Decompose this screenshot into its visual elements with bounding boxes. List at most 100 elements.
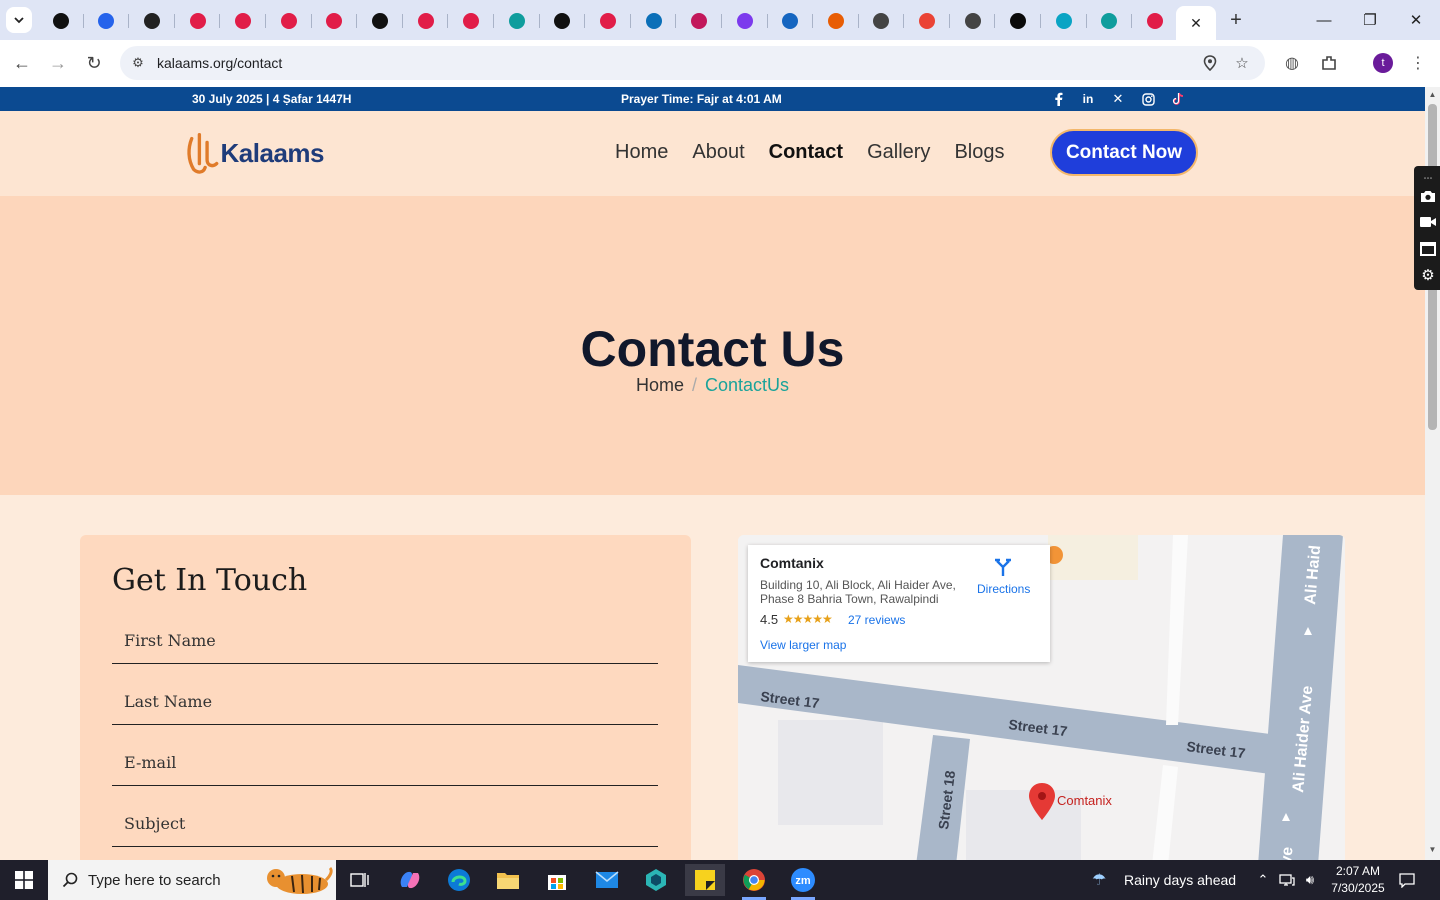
back-button[interactable]: ← — [10, 51, 34, 75]
nav-gallery[interactable]: Gallery — [867, 141, 930, 164]
profile-avatar[interactable]: t — [1373, 53, 1393, 73]
window-capture-icon[interactable] — [1418, 239, 1438, 259]
browser-tab[interactable] — [312, 5, 358, 37]
browser-tab[interactable] — [403, 5, 449, 37]
browser-tab[interactable] — [266, 5, 312, 37]
contact-now-button[interactable]: Contact Now — [1050, 129, 1198, 176]
camera-icon[interactable] — [1418, 186, 1438, 206]
address-bar[interactable]: ⚙ kalaams.org/contact ☆ — [120, 46, 1265, 80]
embedded-map[interactable]: Street 17 Street 17 Street 17 Street 18 … — [738, 535, 1345, 865]
nav-home[interactable]: Home — [615, 141, 668, 164]
network-icon[interactable] — [1278, 871, 1296, 889]
browser-tab[interactable] — [1041, 5, 1087, 37]
facebook-icon[interactable] — [1050, 91, 1066, 107]
url-text[interactable]: kalaams.org/contact — [157, 55, 282, 71]
instagram-icon[interactable] — [1140, 91, 1156, 107]
browser-tab[interactable] — [904, 5, 950, 37]
sticky-notes-icon[interactable] — [685, 864, 725, 896]
browser-tab[interactable] — [448, 5, 494, 37]
browser-tab[interactable] — [631, 5, 677, 37]
window-close-button[interactable]: ✕ — [1404, 8, 1428, 32]
directions-link[interactable]: Directions — [977, 582, 1030, 596]
tab-favicon-icon — [1147, 13, 1164, 29]
directions-icon[interactable] — [993, 557, 1015, 579]
taskbar-search[interactable]: Type here to search — [48, 860, 336, 900]
browser-tab[interactable] — [357, 5, 403, 37]
browser-tab[interactable] — [84, 5, 130, 37]
reload-button[interactable]: ↻ — [82, 51, 106, 75]
browser-tab[interactable] — [1132, 5, 1178, 37]
subject-field[interactable]: Subject — [112, 804, 658, 847]
start-button[interactable] — [0, 860, 48, 900]
file-explorer-icon[interactable] — [488, 864, 528, 896]
tab-search-button[interactable] — [6, 7, 32, 33]
forward-button[interactable]: → — [46, 51, 70, 75]
active-tab[interactable]: ✕ — [1176, 6, 1216, 40]
browser-tab[interactable] — [859, 5, 905, 37]
site-info-icon[interactable]: ⚙ — [129, 54, 147, 72]
extensions-icon[interactable] — [1318, 52, 1340, 74]
taskbar-clock[interactable]: 2:07 AM 7/30/2025 — [1330, 863, 1386, 897]
mail-icon[interactable] — [587, 864, 627, 896]
copilot-icon[interactable] — [390, 864, 430, 896]
x-icon[interactable]: ✕ — [1110, 91, 1126, 107]
tiktok-icon[interactable] — [1170, 91, 1186, 107]
restore-button[interactable]: ❐ — [1358, 8, 1382, 32]
volume-icon[interactable]: 🔊︎ — [1301, 871, 1319, 889]
place-info-card: Comtanix Building 10, Ali Block, Ali Hai… — [748, 545, 1050, 662]
weather-widget[interactable]: ☂ Rainy days ahead — [1092, 870, 1242, 892]
chevron-down-icon — [14, 17, 24, 24]
edge-browser-icon[interactable] — [439, 864, 479, 896]
tab-favicon-icon — [143, 13, 160, 29]
browser-tab[interactable] — [38, 5, 84, 37]
nav-about[interactable]: About — [692, 141, 744, 164]
zoom-app-icon[interactable]: zm — [783, 864, 823, 900]
settings-gear-icon[interactable]: ⚙ — [1418, 265, 1438, 285]
reviews-link[interactable]: 27 reviews — [848, 613, 905, 627]
view-larger-map-link[interactable]: View larger map — [760, 638, 846, 652]
browser-tab[interactable] — [175, 5, 221, 37]
browser-tab[interactable] — [129, 5, 175, 37]
browser-tab[interactable] — [585, 5, 631, 37]
chevron-up-icon[interactable]: ⌃ — [1254, 871, 1272, 889]
site-logo[interactable]: Kalaams — [184, 129, 325, 177]
browser-tab[interactable] — [950, 5, 996, 37]
bookmark-star-icon[interactable]: ☆ — [1232, 53, 1252, 73]
translate-icon[interactable]: ◍ — [1281, 52, 1303, 74]
video-camera-icon[interactable] — [1418, 212, 1438, 232]
hero-banner: Contact Us Home / ContactUs — [0, 196, 1425, 495]
browser-tab[interactable] — [220, 5, 266, 37]
dev-tool-icon[interactable] — [636, 864, 676, 896]
email-field[interactable]: E-mail — [112, 743, 658, 786]
clock-date: 7/30/2025 — [1331, 881, 1385, 895]
browser-tab[interactable] — [995, 5, 1041, 37]
chrome-browser-icon[interactable] — [734, 864, 774, 900]
nav-contact[interactable]: Contact — [769, 141, 843, 164]
scroll-up-arrow[interactable]: ▲ — [1427, 90, 1438, 102]
browser-tab[interactable] — [494, 5, 540, 37]
browser-tab[interactable] — [676, 5, 722, 37]
notification-icon[interactable] — [1396, 870, 1418, 890]
browser-tab[interactable] — [768, 5, 814, 37]
widget-menu-icon[interactable]: ⋯ — [1418, 168, 1438, 188]
first-name-field[interactable]: First Name — [112, 621, 658, 664]
nav-blogs[interactable]: Blogs — [954, 141, 1004, 164]
last-name-field[interactable]: Last Name — [112, 682, 658, 725]
contact-section: Get In Touch First Name Last Name E-mail… — [0, 495, 1425, 875]
new-tab-button[interactable]: + — [1224, 8, 1248, 32]
location-icon[interactable] — [1200, 53, 1220, 73]
scroll-down-arrow[interactable]: ▼ — [1427, 845, 1438, 857]
breadcrumb-home[interactable]: Home — [636, 375, 684, 395]
task-view-icon[interactable] — [340, 864, 380, 896]
browser-tab[interactable] — [1087, 5, 1133, 37]
minimize-button[interactable]: — — [1312, 8, 1336, 32]
microsoft-store-icon[interactable] — [537, 864, 577, 896]
browser-tab[interactable] — [813, 5, 859, 37]
linkedin-icon[interactable]: in — [1080, 91, 1096, 107]
rating-stars-icon: ★★★★★ — [783, 612, 833, 626]
close-icon[interactable]: ✕ — [1190, 15, 1202, 32]
browser-tab[interactable] — [540, 5, 586, 37]
marker-label[interactable]: Comtanix — [1057, 793, 1112, 808]
browser-tab[interactable] — [722, 5, 768, 37]
more-menu-icon[interactable]: ⋮ — [1407, 52, 1429, 74]
